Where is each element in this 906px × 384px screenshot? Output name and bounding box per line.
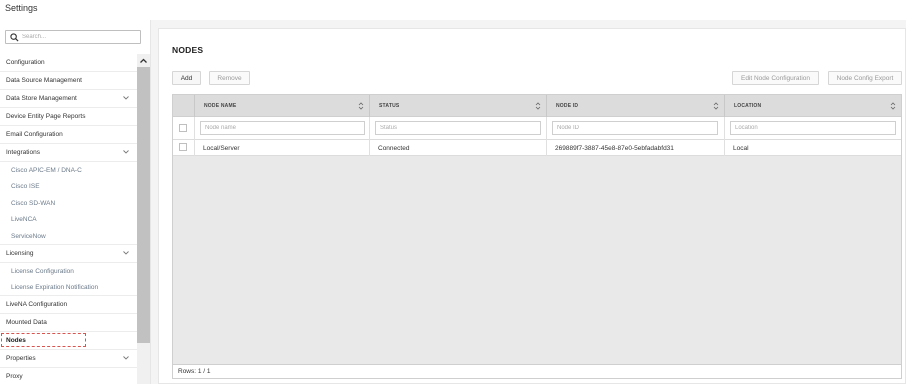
sidebar-item-label: Configuration [6, 59, 45, 66]
sort-icon[interactable] [713, 102, 719, 110]
sidebar-item-license-configuration[interactable]: License Configuration [0, 263, 137, 279]
sidebar-item-label: Email Configuration [6, 131, 63, 138]
sidebar-item-cisco-apic-em[interactable]: Cisco APIC-EM / DNA-C [0, 162, 137, 178]
filter-cell [370, 117, 547, 140]
sidebar-item-label: Mounted Data [6, 319, 47, 326]
sidebar-item-label: Data Store Management [6, 95, 77, 102]
column-header-label: NODE NAME [204, 103, 237, 109]
sidebar-item-label: Integrations [6, 149, 40, 156]
table-cell: Local/Server [195, 140, 370, 156]
sidebar-item-device-entity-page-reports[interactable]: Device Entity Page Reports [0, 108, 137, 126]
table-cell: Connected [370, 140, 547, 156]
table-row[interactable]: Local/Server Connected 269889f7-3887-45e… [173, 140, 901, 156]
column-header-label: STATUS [379, 103, 400, 109]
column-header-node-id[interactable]: NODE ID [547, 95, 725, 117]
sidebar-item-cisco-ise[interactable]: Cisco ISE [0, 178, 137, 194]
row-select-cell [173, 140, 195, 156]
sidebar-item-livena-configuration[interactable]: LiveNA Configuration [0, 296, 137, 314]
search-box[interactable] [5, 30, 141, 44]
app-title: Settings [5, 3, 38, 13]
chevron-down-icon [123, 356, 129, 360]
select-all-checkbox[interactable] [179, 124, 187, 132]
table-cell: Local [733, 144, 749, 152]
sidebar-item-label: License Expiration Notification [11, 283, 99, 291]
chevron-down-icon [123, 96, 129, 100]
main-panel: NODES Add Remove Edit Node Configuration… [158, 28, 906, 384]
sidebar-item-license-expiration-notification[interactable]: License Expiration Notification [0, 279, 137, 296]
sidebar-item-email-configuration[interactable]: Email Configuration [0, 126, 137, 144]
sidebar: Configuration Data Source Management Dat… [0, 20, 151, 384]
column-header-node-name[interactable]: NODE NAME [195, 95, 370, 117]
location-filter-input[interactable] [730, 121, 896, 135]
sidebar-item-mounted-data[interactable]: Mounted Data [0, 314, 137, 332]
sort-icon[interactable] [890, 102, 896, 110]
node-name-filter-input[interactable] [200, 121, 365, 135]
sidebar-item-configuration[interactable]: Configuration [0, 54, 137, 72]
sidebar-item-label: LiveNA Configuration [6, 301, 68, 308]
sidebar-item-proxy[interactable]: Proxy [0, 368, 137, 384]
nodes-grid: NODE NAME STATUS NODE ID LOCATION Node n… [172, 94, 902, 379]
add-button[interactable]: Add [172, 71, 201, 85]
column-header-status[interactable]: STATUS [370, 95, 547, 117]
scroll-thumb[interactable] [137, 67, 150, 343]
node-id-filter-input[interactable] [552, 121, 718, 135]
grid-header: NODE NAME STATUS NODE ID LOCATION [173, 95, 901, 117]
sidebar-item-label: Proxy [6, 373, 23, 380]
chevron-up-icon [140, 58, 147, 63]
sort-icon[interactable] [358, 102, 364, 110]
sidebar-item-data-store-management[interactable]: Data Store Management [0, 90, 137, 108]
sidebar-item-data-source-management[interactable]: Data Source Management [0, 72, 137, 90]
sidebar-item-servicenow[interactable]: ServiceNow [0, 228, 137, 245]
sidebar-item-nodes[interactable]: Nodes [0, 332, 137, 350]
status-filter-input[interactable] [375, 121, 541, 135]
scroll-up-button[interactable] [137, 54, 150, 66]
sidebar-item-label: Properties [6, 355, 36, 362]
filter-cell [547, 117, 725, 140]
column-header-location[interactable]: LOCATION [725, 95, 901, 117]
sidebar-item-properties[interactable]: Properties [0, 350, 137, 368]
selection-outline [1, 333, 86, 347]
sidebar-item-label: Device Entity Page Reports [6, 113, 86, 120]
sidebar-item-licensing[interactable]: Licensing [0, 245, 137, 263]
chevron-down-icon [123, 251, 129, 255]
grid-footer: Rows: 1 / 1 [173, 364, 901, 378]
sidebar-scrollbar[interactable] [137, 54, 150, 384]
page-title: NODES [172, 45, 204, 55]
sort-icon[interactable] [535, 102, 541, 110]
filter-row [173, 117, 901, 140]
sidebar-item-label: Data Source Management [6, 77, 82, 84]
row-checkbox[interactable] [179, 143, 187, 151]
sidebar-item-label: LiveNCA [11, 215, 37, 223]
column-header-label: LOCATION [734, 103, 762, 109]
search-icon [10, 33, 19, 42]
table-cell: 269889f7-3887-45e8-87e0-5ebfadabfd31 [547, 140, 725, 156]
chevron-down-icon [123, 150, 129, 154]
sidebar-item-livenca[interactable]: LiveNCA [0, 211, 137, 227]
sidebar-item-integrations[interactable]: Integrations [0, 144, 137, 162]
sidebar-item-label: License Configuration [11, 267, 74, 275]
sidebar-item-label: Cisco SD-WAN [11, 199, 56, 207]
remove-button[interactable]: Remove [209, 71, 250, 85]
sidebar-item-cisco-sd-wan[interactable]: Cisco SD-WAN [0, 195, 137, 211]
edit-node-configuration-button[interactable]: Edit Node Configuration [732, 71, 819, 85]
sidebar-item-label: ServiceNow [11, 232, 46, 240]
sidebar-item-label: Cisco APIC-EM / DNA-C [11, 166, 82, 174]
select-column-header [173, 95, 195, 117]
filter-cell [725, 117, 901, 140]
top-bar: Settings [0, 0, 906, 20]
select-all-cell [173, 117, 195, 140]
settings-nav: Configuration Data Source Management Dat… [0, 54, 137, 384]
sidebar-item-label: Cisco ISE [11, 182, 40, 190]
search-input[interactable] [22, 32, 138, 42]
node-config-export-button[interactable]: Node Config Export [828, 71, 902, 85]
filter-cell [195, 117, 370, 140]
column-header-label: NODE ID [556, 103, 579, 109]
sidebar-item-label: Licensing [6, 250, 34, 257]
